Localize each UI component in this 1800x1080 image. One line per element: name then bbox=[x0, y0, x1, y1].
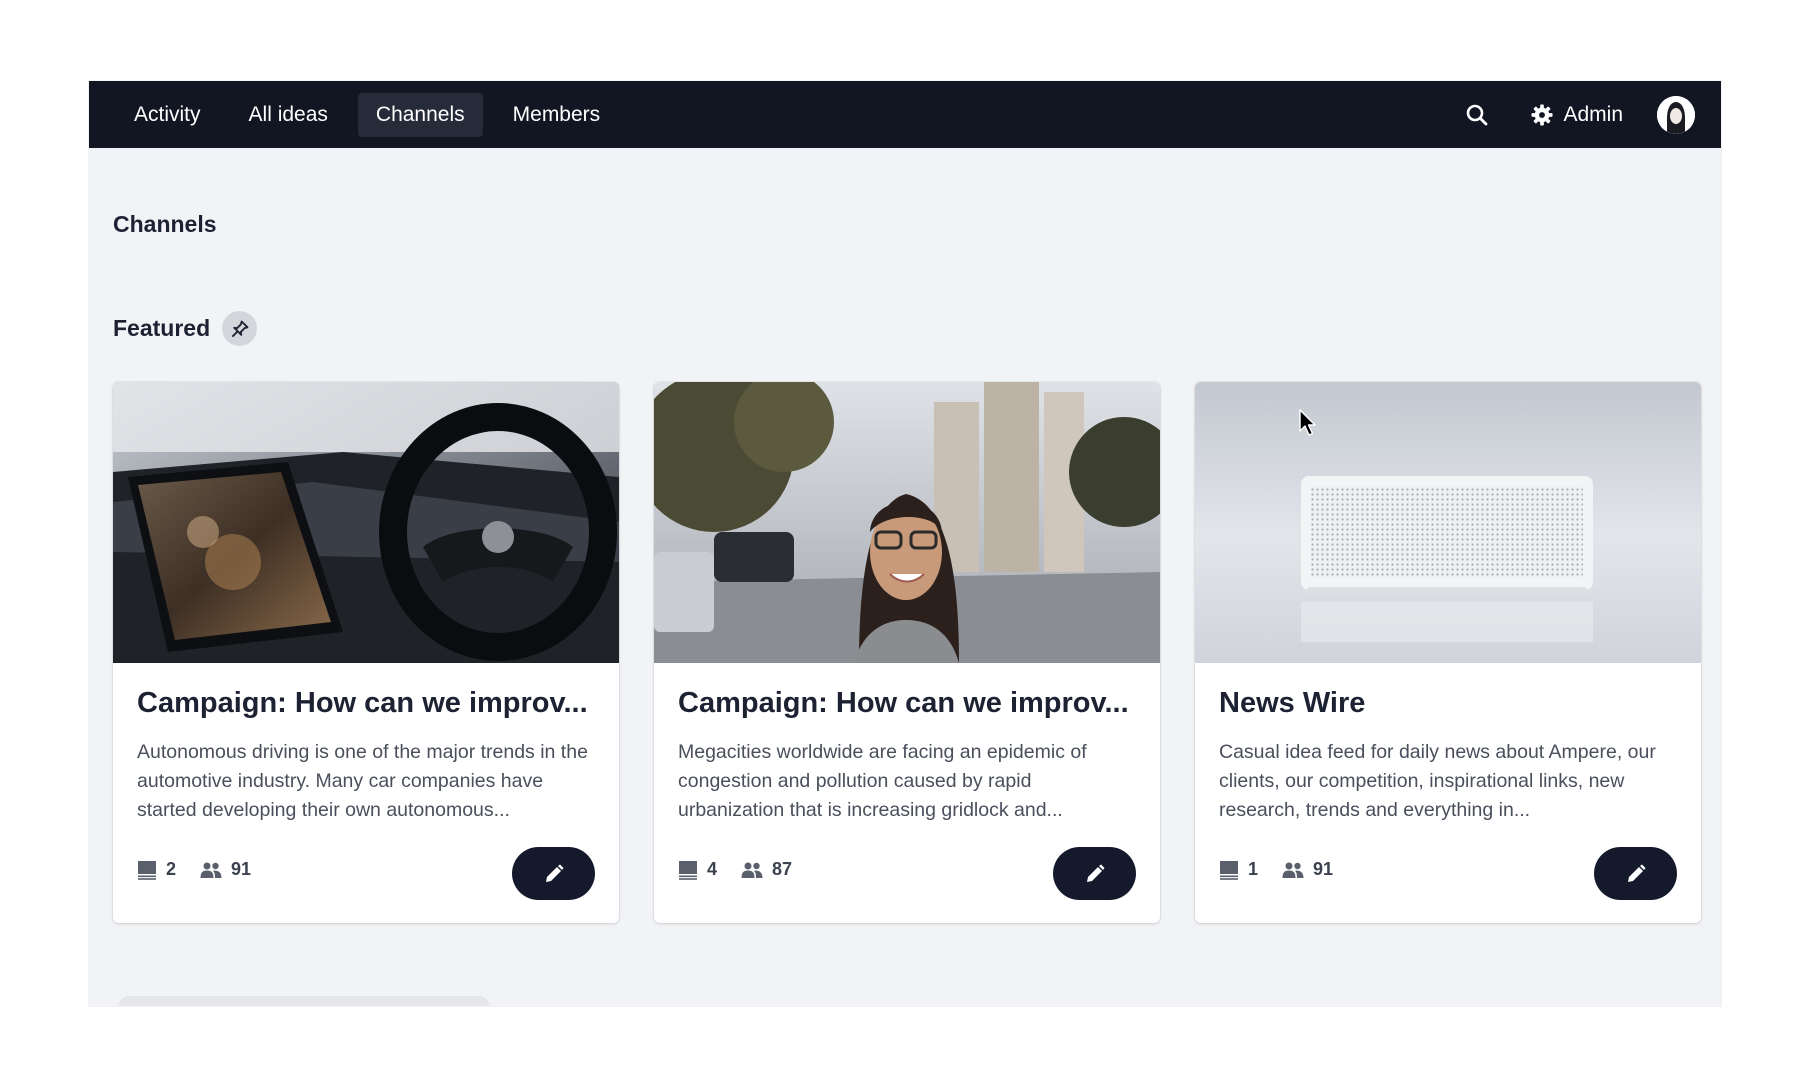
card-stats: 2 91 bbox=[137, 859, 251, 880]
members-stat: 91 bbox=[1282, 859, 1333, 880]
members-stat: 91 bbox=[200, 859, 251, 880]
edit-channel-button[interactable] bbox=[512, 847, 595, 900]
members-icon bbox=[1282, 862, 1304, 878]
ideas-stat: 1 bbox=[1219, 859, 1258, 880]
search-icon bbox=[1467, 104, 1488, 125]
ideas-icon bbox=[1220, 860, 1238, 880]
gear-icon bbox=[1531, 103, 1554, 126]
members-stat: 87 bbox=[741, 859, 792, 880]
card-image-speaker bbox=[1195, 382, 1701, 663]
card-description: Megacities worldwide are facing an epide… bbox=[678, 741, 1087, 821]
nav-tabs: Activity All ideas Channels Members bbox=[116, 92, 619, 137]
ideas-count: 1 bbox=[1248, 859, 1259, 879]
ideas-stat: 2 bbox=[137, 859, 176, 880]
card-image-city-portrait bbox=[654, 382, 1160, 663]
ideas-stat: 4 bbox=[678, 859, 717, 880]
app-window: Activity All ideas Channels Members Admi… bbox=[89, 81, 1721, 1006]
edit-channel-button[interactable] bbox=[1594, 847, 1677, 900]
admin-label: Admin bbox=[1563, 102, 1623, 126]
members-count: 91 bbox=[231, 859, 252, 879]
edit-channel-button[interactable] bbox=[1053, 847, 1136, 900]
featured-cards: Campaign: How can we improv... Autonomou… bbox=[113, 382, 1701, 923]
page-title: Channels bbox=[113, 211, 217, 237]
ideas-count: 2 bbox=[166, 859, 177, 879]
channel-card[interactable]: Campaign: How can we improv... Autonomou… bbox=[113, 382, 619, 923]
channel-card[interactable]: News Wire Casual idea feed for daily new… bbox=[1195, 382, 1701, 923]
featured-pin-button[interactable] bbox=[222, 311, 258, 346]
admin-button[interactable]: Admin bbox=[1531, 103, 1623, 127]
card-stats: 4 87 bbox=[678, 859, 792, 880]
channel-card[interactable]: Campaign: How can we improv... Megacitie… bbox=[654, 382, 1160, 923]
pencil-icon bbox=[1627, 864, 1645, 882]
tab-activity[interactable]: Activity bbox=[116, 93, 219, 137]
featured-header: Featured bbox=[113, 311, 258, 346]
card-stats: 1 91 bbox=[1219, 859, 1333, 880]
tab-all-ideas[interactable]: All ideas bbox=[231, 93, 346, 137]
members-count: 91 bbox=[1313, 859, 1334, 879]
pin-icon bbox=[231, 320, 249, 337]
card-image-car-interior bbox=[113, 382, 619, 663]
card-description: Casual idea feed for daily news about Am… bbox=[1219, 741, 1656, 821]
card-title[interactable]: News Wire bbox=[1219, 687, 1679, 720]
card-title[interactable]: Campaign: How can we improv... bbox=[678, 687, 1138, 720]
tab-members[interactable]: Members bbox=[495, 93, 619, 137]
mouse-cursor-icon bbox=[1299, 409, 1316, 436]
ideas-icon bbox=[138, 860, 156, 880]
next-section-placeholder bbox=[119, 996, 489, 1006]
members-icon bbox=[741, 862, 763, 878]
pencil-icon bbox=[545, 864, 563, 882]
card-title[interactable]: Campaign: How can we improv... bbox=[137, 687, 597, 720]
members-icon bbox=[200, 862, 222, 878]
nav-right: Admin bbox=[1459, 95, 1695, 134]
top-navigation: Activity All ideas Channels Members Admi… bbox=[89, 81, 1721, 148]
ideas-icon bbox=[679, 860, 697, 880]
avatar-image bbox=[1657, 95, 1695, 134]
featured-title: Featured bbox=[113, 315, 211, 341]
ideas-count: 4 bbox=[707, 859, 718, 879]
search-button[interactable] bbox=[1459, 97, 1495, 133]
pencil-icon bbox=[1086, 864, 1104, 882]
avatar[interactable] bbox=[1657, 95, 1695, 134]
card-description: Autonomous driving is one of the major t… bbox=[137, 741, 588, 821]
members-count: 87 bbox=[772, 859, 793, 879]
tab-channels[interactable]: Channels bbox=[357, 92, 483, 137]
